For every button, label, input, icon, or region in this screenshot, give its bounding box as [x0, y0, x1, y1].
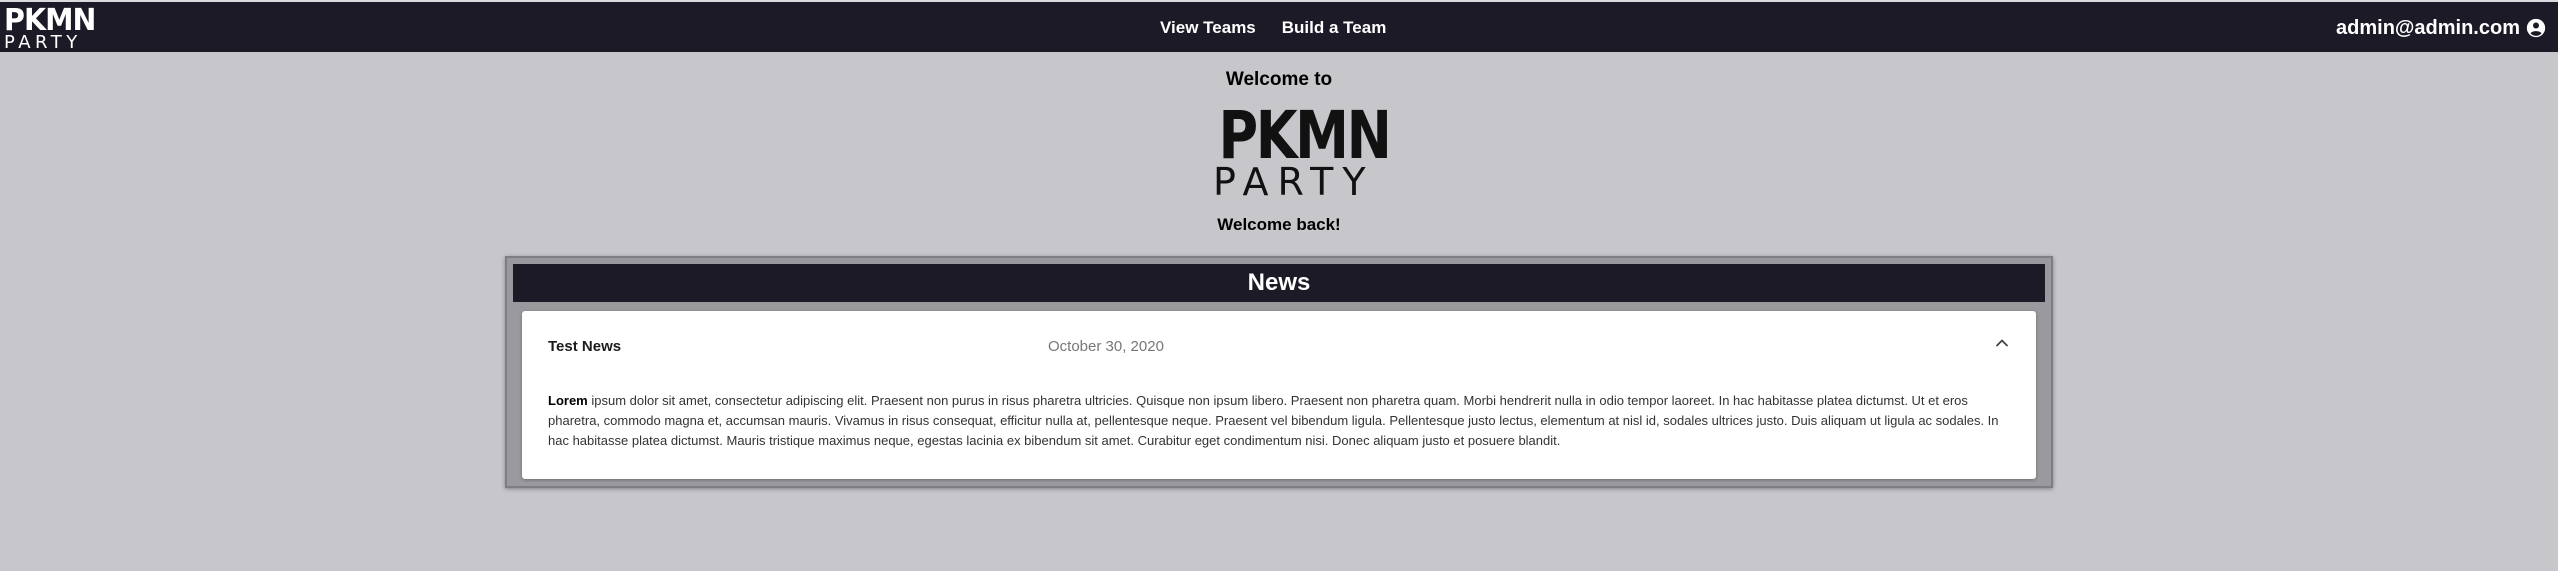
- user-menu[interactable]: admin@admin.com: [2336, 14, 2546, 42]
- news-item-body-text: ipsum dolor sit amet, consectetur adipis…: [548, 393, 1999, 448]
- nav-links: View Teams Build a Team: [1160, 16, 1386, 40]
- user-email: admin@admin.com: [2336, 16, 2520, 39]
- news-panel: News Test News October 30, 2020 Lorem ip…: [505, 256, 2053, 488]
- news-item-body: Lorem ipsum dolor sit amet, consectetur …: [548, 391, 2004, 451]
- news-item-date: October 30, 2020: [1048, 338, 1164, 355]
- nav-link-build-a-team[interactable]: Build a Team: [1282, 18, 1387, 38]
- news-item-body-lead: Lorem: [548, 393, 588, 408]
- account-circle-icon: [2526, 18, 2546, 38]
- hero-logo-top-text: PKMN: [1218, 97, 1392, 174]
- news-header: News: [513, 264, 2045, 302]
- news-item-title[interactable]: Test News: [548, 338, 621, 355]
- nav-logo[interactable]: PKMN PARTY: [4, 3, 114, 52]
- nav-logo-top-text: PKMN: [4, 3, 96, 38]
- welcome-to-heading: Welcome to: [1225, 69, 1333, 90]
- top-navbar: PKMN PARTY View Teams Build a Team admin…: [0, 0, 2558, 52]
- welcome-back-message: Welcome back!: [1217, 215, 1341, 234]
- nav-link-view-teams[interactable]: View Teams: [1160, 18, 1256, 38]
- hero-logo: PKMN PARTY: [1205, 97, 1392, 203]
- chevron-up-icon[interactable]: [1992, 333, 2012, 353]
- news-item: Test News October 30, 2020 Lorem ipsum d…: [522, 311, 2036, 479]
